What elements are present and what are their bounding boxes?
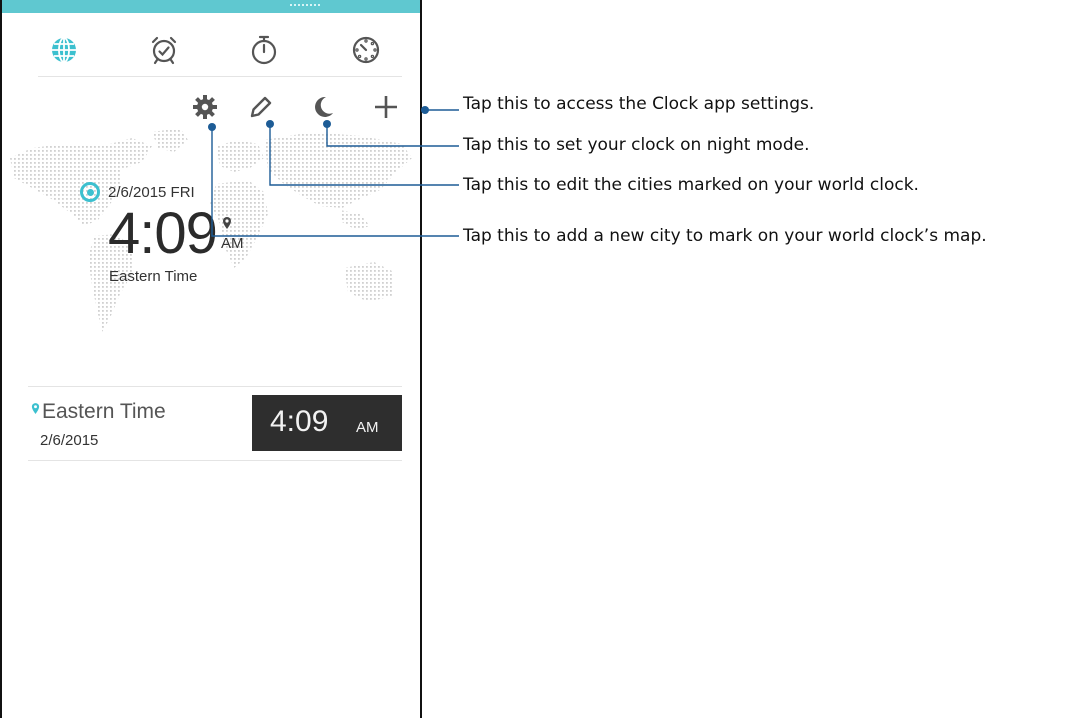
- plus-icon: [375, 96, 397, 118]
- pencil-icon: [250, 96, 272, 118]
- callout-add-city: Tap this to add a new city to mark on yo…: [463, 226, 987, 246]
- phone-screen: 2/6/2015 FRI 4:09 AM Eastern Time Easter…: [0, 0, 424, 718]
- tab-stopwatch[interactable]: [242, 28, 286, 72]
- city-time-box: 4:09 AM: [252, 395, 402, 451]
- date-text: 2/6/2015 FRI: [108, 183, 195, 201]
- moon-icon: [315, 96, 333, 117]
- stopwatch-icon: [251, 35, 277, 65]
- add-city-button[interactable]: [369, 90, 403, 124]
- timer-icon: [352, 36, 380, 64]
- city-time: 4:09: [270, 405, 329, 438]
- alarm-clock-icon: [151, 36, 177, 65]
- city-date: 2/6/2015: [40, 432, 99, 449]
- status-bar-handle: [290, 4, 320, 7]
- night-mode-button[interactable]: [306, 90, 340, 124]
- current-date: 2/6/2015 FRI: [80, 182, 195, 202]
- city-list-item[interactable]: Eastern Time 2/6/2015 4:09 AM: [28, 388, 402, 460]
- globe-icon: [52, 37, 76, 63]
- tab-alarm[interactable]: [142, 28, 186, 72]
- tab-timer[interactable]: [344, 28, 388, 72]
- world-clock-time: 4:09: [108, 201, 218, 266]
- callout-settings: Tap this to access the Clock app setting…: [463, 94, 815, 114]
- world-clock-ampm: AM: [221, 235, 244, 252]
- city-name: Eastern Time: [42, 400, 166, 423]
- gear-icon: [193, 95, 217, 119]
- phone-frame-right: [420, 0, 422, 718]
- map-pin-icon: [223, 217, 231, 229]
- tab-divider: [38, 76, 402, 77]
- world-clock-zone: Eastern Time: [109, 268, 198, 285]
- phone-frame-left: [0, 0, 2, 718]
- callout-edit: Tap this to edit the cities marked on yo…: [463, 175, 919, 195]
- edit-button[interactable]: [244, 90, 278, 124]
- tab-world-clock[interactable]: [42, 28, 86, 72]
- list-divider: [28, 460, 402, 461]
- settings-button[interactable]: [188, 90, 222, 124]
- map-pin-icon: [31, 403, 40, 414]
- status-bar: [2, 0, 420, 13]
- callout-night-mode: Tap this to set your clock on night mode…: [463, 135, 810, 155]
- list-divider: [28, 386, 402, 387]
- city-ampm: AM: [356, 419, 379, 436]
- location-dot-icon: [80, 182, 100, 202]
